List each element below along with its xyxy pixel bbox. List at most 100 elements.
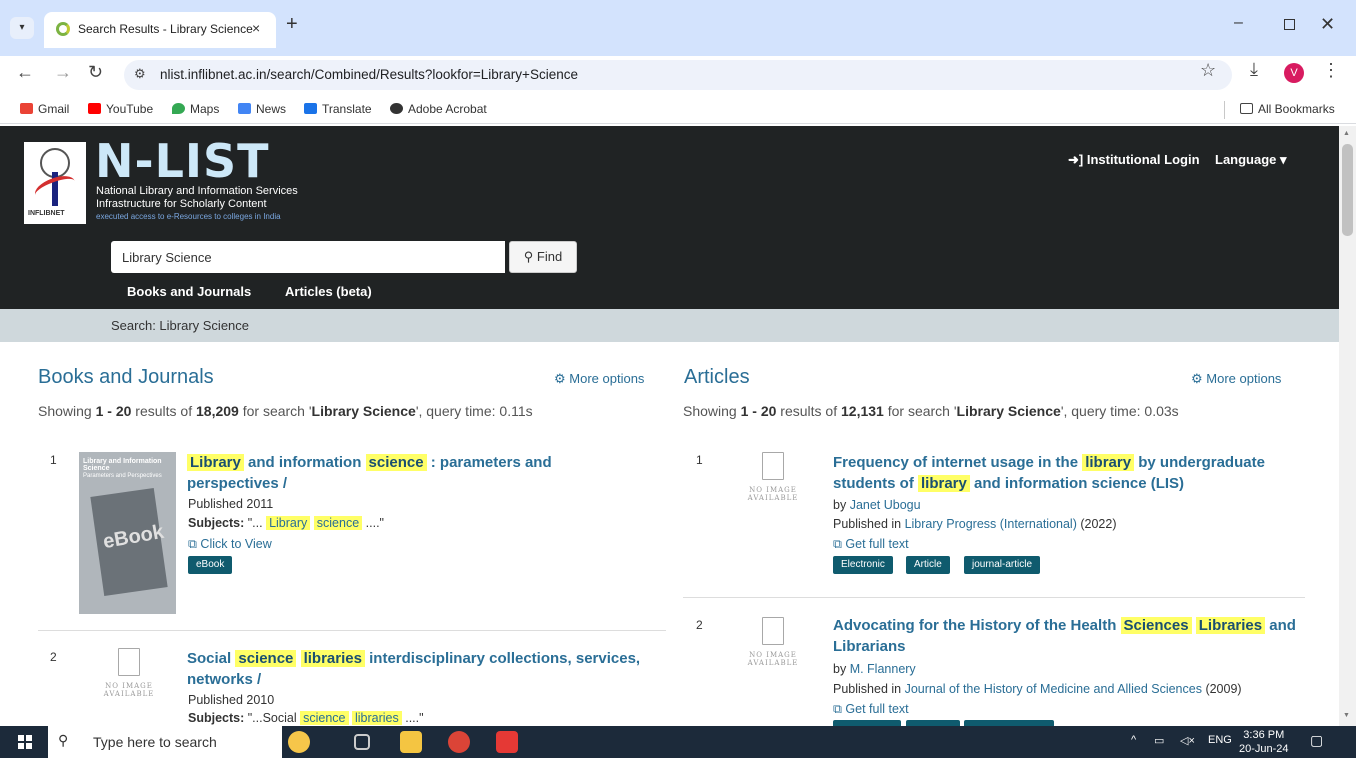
format-badge-electronic: Electronic [833,556,893,574]
search-icon: ⚲ [523,249,534,264]
network-icon[interactable]: ▭ [1154,734,1164,747]
article-title-link[interactable]: Advocating for the History of the Health… [833,615,1303,657]
bookmark-youtube[interactable]: YouTube [88,102,153,116]
result-title-link[interactable]: Library and information science : parame… [187,452,647,494]
address-bar[interactable]: ⚙ nlist.inflibnet.ac.in/search/Combined/… [124,60,1232,90]
institutional-login-link[interactable]: ➜] Institutional Login [1068,152,1200,168]
news-icon [238,103,251,114]
all-bookmarks[interactable]: All Bookmarks [1240,102,1335,116]
get-full-text-link[interactable]: ⧉ Get full text [833,537,909,552]
author-line: by Janet Ubogu [833,498,921,512]
close-window-icon[interactable]: ✕ [1320,14,1335,35]
site-header: INFLIBNET N-LIST National Library and In… [0,126,1339,309]
app-icon[interactable] [496,731,518,753]
file-explorer-icon[interactable] [400,731,422,753]
globe-icon [390,103,403,114]
minimize-icon[interactable]: – [1234,14,1243,32]
breadcrumb-text: Search: Library Science [111,318,250,333]
tab-close-icon[interactable]: × [252,20,260,36]
result-title-link[interactable]: Social science libraries interdisciplina… [187,648,657,690]
taskbar-search-box[interactable]: ⚲ Type here to search [48,726,282,758]
gmail-icon [20,103,33,114]
restore-window-icon[interactable] [1284,19,1295,30]
articles-more-options-link[interactable]: ⚙ More options [1191,371,1281,387]
bookmark-gmail[interactable]: Gmail [20,102,69,116]
profile-avatar[interactable]: V [1284,63,1304,83]
tab-title: Search Results - Library Science [78,22,253,36]
journal-link[interactable]: Journal of the History of Medicine and A… [905,682,1202,696]
journal-link[interactable]: Library Progress (International) [905,517,1077,531]
published-in-line: Published in Library Progress (Internati… [833,517,1117,531]
books-more-options-link[interactable]: ⚙ More options [554,371,644,387]
cortana-icon[interactable] [288,731,310,753]
language-dropdown[interactable]: Language ▾ [1215,152,1287,168]
scroll-up-arrow-icon[interactable]: ▲ [1343,130,1350,137]
search-input[interactable] [111,241,505,273]
task-view-icon[interactable] [354,734,370,750]
brand-tagline-1: National Library and Information Service… [96,185,298,197]
no-image-placeholder: NO IMAGE AVAILABLE [738,617,808,667]
format-badge-ebook: eBook [188,556,233,574]
result-number: 2 [50,650,57,664]
external-link-icon: ⧉ [188,537,197,551]
article-title-link[interactable]: Frequency of internet usage in the libra… [833,452,1303,494]
browser-toolbar: ← → ↻ ⚙ nlist.inflibnet.ac.in/search/Com… [0,56,1356,96]
get-full-text-link[interactable]: ⧉ Get full text [833,702,909,717]
author-link[interactable]: M. Flannery [850,662,916,676]
browser-menu-icon[interactable]: ⋮ [1322,60,1340,81]
author-line: by M. Flannery [833,662,916,676]
windows-taskbar: ⚲ Type here to search ^ ▭ ◁× ENG 3:36 PM… [0,726,1356,758]
browser-tab-bar: ▾ Search Results - Library Science × + –… [0,0,1356,56]
gears-icon: ⚙ [1191,371,1203,386]
scroll-down-arrow-icon[interactable]: ▼ [1343,712,1350,719]
result-divider [683,597,1305,598]
book-cover-image[interactable]: Library and Information Science Parameter… [79,452,176,614]
youtube-icon [88,103,101,114]
tray-chevron-icon[interactable]: ^ [1131,734,1136,746]
find-button[interactable]: ⚲ Find [509,241,577,273]
tab-search-chevron-icon[interactable]: ▾ [10,17,34,39]
result-divider [38,630,666,631]
download-icon[interactable]: ⤓ [1250,59,1258,80]
breadcrumb: Search: Library Science [0,309,1339,342]
bookmark-translate[interactable]: Translate [304,102,372,116]
forward-icon[interactable]: → [54,62,72,83]
translate-icon [304,103,317,114]
reload-icon[interactable]: ↻ [88,62,103,83]
windows-start-icon[interactable] [18,735,32,749]
click-to-view-link[interactable]: ⧉ Click to View [188,537,272,552]
site-favicon-icon [56,22,70,36]
input-language[interactable]: ENG [1208,734,1232,746]
bookmark-adobe-acrobat[interactable]: Adobe Acrobat [390,102,487,116]
subjects-line: Subjects: "...Social science libraries .… [188,711,424,725]
site-info-icon[interactable]: ⚙ [134,66,146,82]
browser-tab[interactable]: Search Results - Library Science × [44,12,276,48]
page-scrollbar[interactable]: ▲ ▼ [1339,126,1356,726]
new-tab-button[interactable]: + [286,14,298,34]
taskbar-clock[interactable]: 3:36 PM 20-Jun-24 [1239,728,1289,756]
bookmark-news[interactable]: News [238,102,286,116]
articles-section-title: Articles [684,366,750,388]
scrollbar-thumb[interactable] [1342,144,1353,236]
back-icon[interactable]: ← [16,62,34,83]
folder-icon [1240,103,1253,114]
published-year: Published 2011 [188,497,274,511]
subjects-line: Subjects: "... Library science ...." [188,516,384,530]
brand-title[interactable]: N-LIST [95,138,270,184]
author-link[interactable]: Janet Ubogu [850,498,921,512]
inflibnet-logo[interactable]: INFLIBNET [24,142,86,224]
bookmark-maps[interactable]: Maps [172,102,219,116]
taskbar-search-placeholder: Type here to search [93,734,217,750]
tab-articles-beta[interactable]: Articles (beta) [285,284,372,299]
tab-books-and-journals[interactable]: Books and Journals [127,284,251,299]
chrome-icon[interactable] [448,731,470,753]
document-icon [118,648,140,676]
notifications-icon[interactable]: ▢ [1310,732,1323,749]
url-text[interactable]: nlist.inflibnet.ac.in/search/Combined/Re… [160,67,578,82]
sign-in-icon: ➜] [1068,152,1084,167]
document-icon [762,617,784,645]
bookmark-star-icon[interactable]: ☆ [1200,60,1216,81]
volume-muted-icon[interactable]: ◁× [1180,734,1195,747]
result-number: 1 [696,453,703,467]
brand-tagline-2: Infrastructure for Scholarly Content [96,198,267,210]
